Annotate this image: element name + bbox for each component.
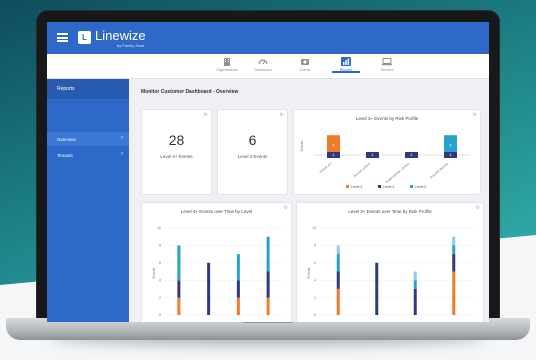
bar-segment xyxy=(177,280,181,298)
chart-card-time-by-risk: ⚙ Level 3+ Events over Time by Risk Prof… xyxy=(296,202,484,322)
tab-dashboard[interactable]: Dashboard xyxy=(243,57,283,72)
stat-label: Level 3+ Events xyxy=(160,154,193,159)
stat-value: 28 xyxy=(168,132,185,148)
chart-card-risk-profile: ⚙ Level 3+ Events by Risk Profile Events… xyxy=(293,109,481,195)
y-tick-label: 10 xyxy=(312,226,316,230)
legend-label: Level 4 xyxy=(383,185,394,189)
y-tick-label: 6 xyxy=(159,261,161,265)
bar-segment xyxy=(336,288,340,315)
y-tick-label: 2 xyxy=(159,296,161,300)
y-tick-label: 10 xyxy=(157,226,161,230)
y-axis-label: Events xyxy=(300,140,304,151)
chart-svg: 0 2 4 6 8 10 Events xyxy=(307,226,473,317)
chevron-right-icon: › xyxy=(121,151,123,157)
chart-svg: 0 2 4 6 8 10 Events xyxy=(152,226,283,317)
sidebar-item-label: Overview xyxy=(57,136,76,142)
sidebar-item-overview[interactable]: Overview › xyxy=(47,132,129,146)
data-label: 6 xyxy=(333,143,335,147)
y-tick-label: 6 xyxy=(314,261,316,265)
sidebar-item-tenants[interactable]: Tenants › xyxy=(47,148,129,162)
laptop-screen: L Linewize by Family Zone Organisations … xyxy=(47,22,489,322)
app-name: Linewize xyxy=(95,28,146,43)
y-tick-label: 0 xyxy=(314,313,316,317)
bar-segment xyxy=(266,236,270,272)
tab-events[interactable]: Events xyxy=(285,57,325,72)
gear-icon[interactable]: ⚙ xyxy=(204,112,208,118)
stat-card-level3: ⚙ 6 Level 3 Events xyxy=(217,109,288,195)
data-label: 4 xyxy=(333,153,335,157)
tab-organisations[interactable]: Organisations xyxy=(207,57,247,72)
bar-segment xyxy=(236,297,240,315)
x-tick-label: Violent act xyxy=(318,162,332,175)
data-label: 4 xyxy=(450,153,452,157)
stat-card-level3plus: ⚙ 28 Level 3+ Events xyxy=(141,109,212,195)
devices-icon xyxy=(382,58,392,66)
bar-segment xyxy=(207,262,211,315)
bar-segment xyxy=(452,245,456,255)
bar-segment xyxy=(452,254,456,272)
tab-label: Organisations xyxy=(216,68,238,72)
bar-segment xyxy=(336,254,340,272)
legend-swatch xyxy=(346,185,349,188)
dashboard-gauge-icon xyxy=(258,59,268,65)
bar-segment xyxy=(177,297,181,315)
legend-swatch xyxy=(410,185,413,188)
tab-reports[interactable]: Reports xyxy=(326,57,366,73)
legend-label: Level 3 xyxy=(351,185,362,189)
y-axis-label: Events xyxy=(152,267,156,278)
chart-card-time-by-level: ⚙ Level 3+ Events over Time by Level 024… xyxy=(141,202,292,322)
app-subtitle: by Family Zone xyxy=(117,43,145,48)
page-title: Monitor Customer Dashboard - Overview xyxy=(141,89,239,95)
bar-segment xyxy=(177,245,181,281)
active-tab-indicator xyxy=(332,71,360,73)
bar-segment xyxy=(413,280,417,289)
tab-label: Events xyxy=(299,68,311,72)
sidebar: Reports Overview › Tenants › xyxy=(47,79,129,322)
y-tick-label: 4 xyxy=(314,278,316,282)
tab-devices[interactable]: Devices xyxy=(367,57,407,72)
x-tick-label: Sexual content xyxy=(352,162,371,179)
data-label: 4 xyxy=(372,153,374,157)
gear-icon[interactable]: ⚙ xyxy=(280,112,284,118)
bar-segment xyxy=(236,254,240,281)
logo-mark: L xyxy=(78,31,91,44)
tab-label: Devices xyxy=(380,68,394,72)
data-label: 6 xyxy=(450,143,452,147)
chart-svg: Events Violent act Sexual content Inappropr… xyxy=(300,135,470,189)
bar-segment xyxy=(336,245,340,255)
bar-segment xyxy=(413,271,417,281)
y-tick-label: 0 xyxy=(159,313,161,317)
bar-segment xyxy=(452,271,456,315)
y-tick-label: 4 xyxy=(159,278,161,282)
sidebar-item-label: Tenants xyxy=(57,152,73,158)
hamburger-menu-icon[interactable] xyxy=(57,33,68,42)
chevron-right-icon: › xyxy=(121,135,123,141)
bar-segment xyxy=(336,271,340,289)
bar-segment xyxy=(452,236,456,246)
sidebar-header: Reports xyxy=(47,79,129,99)
y-tick-label: 8 xyxy=(314,244,316,248)
bar-segment xyxy=(266,271,270,298)
top-app-bar: L Linewize by Family Zone xyxy=(47,22,489,54)
data-label: 4 xyxy=(411,153,413,157)
x-tick-label: Inappropriate content xyxy=(384,162,410,185)
bar-segment xyxy=(413,288,417,315)
bar-segment xyxy=(375,262,379,315)
stat-label: Level 3 Events xyxy=(237,154,268,159)
building-icon xyxy=(224,58,230,66)
stat-value: 6 xyxy=(248,132,257,148)
tab-label: Dashboard xyxy=(254,68,272,72)
legend-swatch xyxy=(378,185,381,188)
bar-segment xyxy=(266,297,270,315)
bar-chart-icon xyxy=(341,57,351,66)
bar-segment xyxy=(236,280,240,298)
x-tick-label: Suicidal distress xyxy=(429,161,450,179)
legend-label: Level 5 xyxy=(415,185,426,189)
y-axis-label: Events xyxy=(307,267,311,278)
sidebar-header-label: Reports xyxy=(57,86,75,92)
nav-tabs: Organisations Dashboard Events Reports D… xyxy=(47,54,489,79)
camera-icon xyxy=(301,59,309,65)
y-tick-label: 8 xyxy=(159,244,161,248)
y-tick-label: 2 xyxy=(314,296,316,300)
